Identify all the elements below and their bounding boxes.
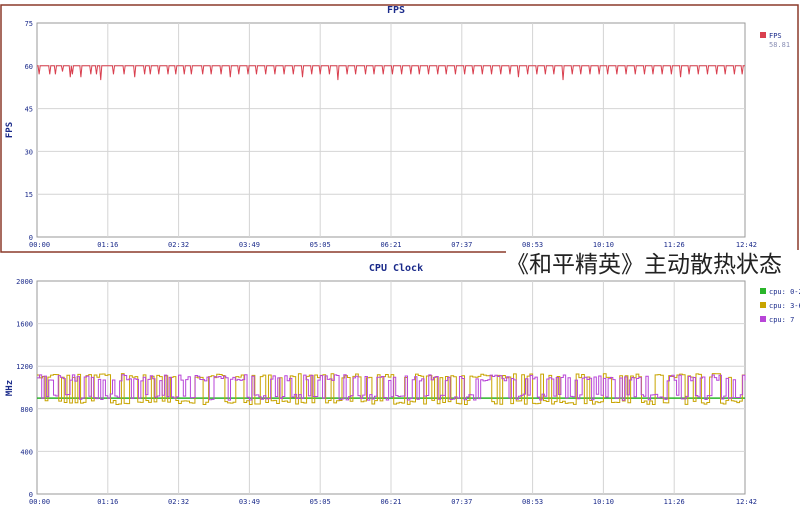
cpu-y-tick-label: 1200 [16,363,33,371]
cpu-legend-label: cpu: 7 [769,316,794,324]
fps-legend-label: FPS [769,32,782,40]
cpu-y-tick-label: 1600 [16,321,33,329]
fps-x-tick-label: 10:10 [593,241,614,249]
cpu-legend-swatch [760,288,766,294]
fps-x-tick-label: 03:49 [239,241,260,249]
cpu-x-tick-label: 10:10 [593,498,614,506]
cpu-clock-chart: CPU Clock MHz 0400800120016002000 00:00 0… [5,263,800,506]
fps-chart: FPS FPS 01530456075 00:00 01:16 02:32 03:49… [0,4,799,253]
fps-y-tick-label: 45 [25,106,33,114]
cpu-y-tick-label: 800 [20,406,33,414]
fps-y-ticks: 01530456075 [25,20,33,242]
cpu-x-tick-label: 02:32 [168,498,189,506]
cpu-x-tick-label: 06:21 [380,498,401,506]
fps-legend-swatch [760,32,766,38]
fps-y-tick-label: 30 [25,148,33,156]
fps-gridlines [37,23,745,237]
cpu-legend-swatch [760,302,766,308]
fps-x-tick-label: 11:26 [664,241,685,249]
cpu-x-ticks: 00:00 01:16 02:32 03:49 05:05 06:21 07:37 08:53… [29,498,757,506]
cpu-y-tick-label: 400 [20,448,33,456]
cpu-chart-title: CPU Clock [369,263,423,274]
fps-x-tick-label: 02:32 [168,241,189,249]
fps-y-axis-label: FPS [5,122,15,138]
fps-x-tick-label: 12:42 [736,241,757,249]
cpu-x-tick-label: 12:42 [736,498,757,506]
cpu-y-ticks: 0400800120016002000 [16,278,33,499]
fps-x-tick-label: 05:05 [310,241,331,249]
overlay-caption: 《和平精英》主动散热状态 [506,250,800,280]
fps-chart-border [0,4,799,253]
cpu-x-tick-label: 03:49 [239,498,260,506]
fps-x-tick-label: 01:16 [97,241,118,249]
cpu-x-tick-label: 05:05 [310,498,331,506]
cpu-x-tick-label: 00:00 [29,498,50,506]
fps-x-tick-label: 00:00 [29,241,50,249]
cpu-legend: cpu: 0-2 cpu: 3-6 cpu: 7 [760,288,800,324]
cpu-x-tick-label: 01:16 [97,498,118,506]
cpu-x-tick-label: 08:53 [522,498,543,506]
fps-y-tick-label: 15 [25,191,33,199]
fps-y-tick-label: 60 [25,63,33,71]
fps-y-tick-label: 75 [25,20,33,28]
fps-x-tick-label: 07:37 [451,241,472,249]
cpu-x-tick-label: 07:37 [451,498,472,506]
fps-x-tick-label: 08:53 [522,241,543,249]
cpu-y-tick-label: 2000 [16,278,33,286]
cpu-legend-swatch [760,316,766,322]
fps-legend: FPS 58.81 [760,32,790,49]
cpu-x-tick-label: 11:26 [664,498,685,506]
fps-legend-value: 58.81 [769,41,790,49]
cpu-legend-label: cpu: 0-2 [769,288,800,296]
fps-x-ticks: 00:00 01:16 02:32 03:49 05:05 06:21 07:37 08:53… [29,241,757,249]
fps-chart-title: FPS [387,5,405,16]
cpu-y-axis-label: MHz [5,380,15,396]
cpu-legend-label: cpu: 3-6 [769,302,800,310]
fps-x-tick-label: 06:21 [380,241,401,249]
